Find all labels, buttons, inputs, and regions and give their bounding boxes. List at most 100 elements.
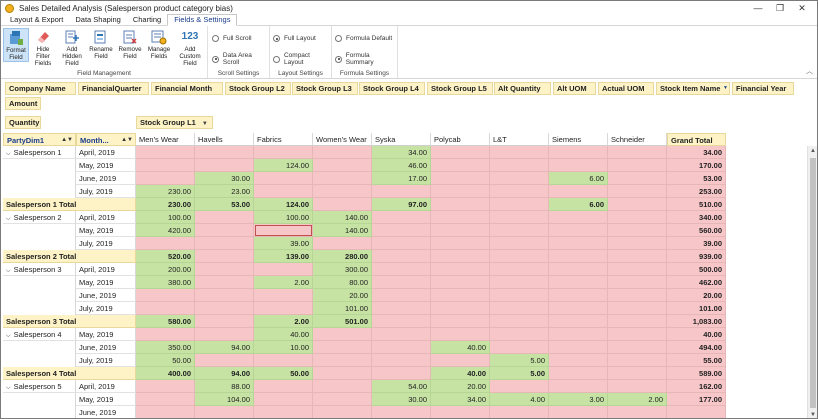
compact-layout-option[interactable]: Compact Layout: [273, 52, 331, 66]
grand-total-cell[interactable]: 1,083.00: [667, 315, 726, 328]
grand-total-cell[interactable]: 340.00: [667, 211, 726, 224]
filter-field-stock-group-l2[interactable]: Stock Group L2: [225, 82, 291, 95]
filter-field-actual-uom[interactable]: Actual UOM: [598, 82, 654, 95]
value-cell[interactable]: 40.00: [431, 341, 490, 354]
value-cell[interactable]: [372, 302, 431, 315]
filter-field-stock-item-name[interactable]: Stock Item Name ▼: [656, 82, 730, 95]
value-cell[interactable]: [313, 237, 372, 250]
column-header-havells[interactable]: Havells: [195, 133, 254, 146]
value-cell[interactable]: [372, 315, 431, 328]
value-cell[interactable]: 6.00: [549, 198, 608, 211]
value-cell[interactable]: 97.00: [372, 198, 431, 211]
value-cell[interactable]: [549, 237, 608, 250]
value-cell[interactable]: [195, 406, 254, 418]
value-cell[interactable]: [313, 380, 372, 393]
filter-field-company-name[interactable]: Company Name: [5, 82, 76, 95]
value-cell[interactable]: [136, 302, 195, 315]
filter-field-alt-uom[interactable]: Alt UOM: [553, 82, 596, 95]
scrollbar-thumb[interactable]: [810, 158, 816, 408]
value-cell[interactable]: [490, 211, 549, 224]
value-cell[interactable]: [490, 185, 549, 198]
value-cell[interactable]: [608, 211, 667, 224]
value-cell[interactable]: [254, 263, 313, 276]
value-cell[interactable]: [608, 328, 667, 341]
value-cell[interactable]: [608, 315, 667, 328]
minimize-button[interactable]: —: [747, 1, 769, 15]
value-cell[interactable]: [195, 224, 254, 237]
value-cell[interactable]: [549, 315, 608, 328]
add-custom-field-button[interactable]: 123 Add Custom Field: [175, 28, 205, 67]
value-cell[interactable]: [136, 146, 195, 159]
value-cell[interactable]: [254, 224, 313, 237]
value-cell[interactable]: [195, 250, 254, 263]
grand-total-cell[interactable]: 20.00: [667, 289, 726, 302]
value-cell[interactable]: 100.00: [136, 211, 195, 224]
value-cell[interactable]: [372, 276, 431, 289]
value-cell[interactable]: 54.00: [372, 380, 431, 393]
formula-summary-option[interactable]: Formula Summary: [335, 52, 397, 66]
group-header-cell[interactable]: ⌵ Salesperson 2: [3, 211, 76, 224]
value-cell[interactable]: 23.00: [195, 185, 254, 198]
filter-field-stock-group-l5[interactable]: Stock Group L5: [427, 82, 493, 95]
value-cell[interactable]: [608, 198, 667, 211]
value-cell[interactable]: [195, 354, 254, 367]
column-header-men-s-wear[interactable]: Men's Wear: [136, 133, 195, 146]
value-cell[interactable]: [608, 289, 667, 302]
value-cell[interactable]: [549, 380, 608, 393]
value-cell[interactable]: 124.00: [254, 159, 313, 172]
value-cell[interactable]: [372, 263, 431, 276]
value-cell[interactable]: [431, 224, 490, 237]
value-cell[interactable]: 400.00: [136, 367, 195, 380]
value-cell[interactable]: [195, 289, 254, 302]
collapse-chevron-icon[interactable]: ⌵: [6, 385, 11, 391]
value-cell[interactable]: [254, 172, 313, 185]
compact-layout-radio[interactable]: [273, 55, 280, 63]
value-cell[interactable]: [490, 315, 549, 328]
grand-total-cell[interactable]: 34.00: [667, 146, 726, 159]
value-cell[interactable]: 420.00: [136, 224, 195, 237]
value-cell[interactable]: [254, 289, 313, 302]
add-hidden-field-button[interactable]: Add Hidden Field: [59, 28, 85, 67]
value-cell[interactable]: [372, 185, 431, 198]
value-cell[interactable]: [431, 185, 490, 198]
value-cell[interactable]: 40.00: [431, 367, 490, 380]
value-cell[interactable]: 520.00: [136, 250, 195, 263]
value-cell[interactable]: [549, 406, 608, 418]
value-cell[interactable]: [254, 393, 313, 406]
value-cell[interactable]: [431, 211, 490, 224]
restore-button[interactable]: ❐: [769, 1, 791, 15]
value-cell[interactable]: [313, 185, 372, 198]
value-cell[interactable]: 3.00: [549, 393, 608, 406]
full-layout-radio[interactable]: [273, 35, 280, 42]
value-cell[interactable]: 5.00: [490, 354, 549, 367]
value-cell[interactable]: [608, 146, 667, 159]
value-cell[interactable]: [431, 302, 490, 315]
group-header-cell[interactable]: ⌵ Salesperson 5: [3, 380, 76, 393]
value-cell[interactable]: [372, 289, 431, 302]
value-cell[interactable]: [490, 159, 549, 172]
value-cell[interactable]: 20.00: [313, 289, 372, 302]
filter-field-alt-quantity[interactable]: Alt Quantity: [494, 82, 551, 95]
value-cell[interactable]: [549, 263, 608, 276]
value-cell[interactable]: [549, 146, 608, 159]
grand-total-cell[interactable]: 939.00: [667, 250, 726, 263]
value-cell[interactable]: [490, 328, 549, 341]
data-area-scroll-radio[interactable]: [212, 55, 219, 63]
value-cell[interactable]: 20.00: [431, 380, 490, 393]
value-cell[interactable]: 140.00: [313, 211, 372, 224]
collapse-chevron-icon[interactable]: ⌵: [6, 268, 11, 274]
value-cell[interactable]: [254, 146, 313, 159]
sort-filter-icon[interactable]: ▲▼: [121, 134, 133, 145]
value-cell[interactable]: [549, 354, 608, 367]
value-cell[interactable]: 4.00: [490, 393, 549, 406]
full-layout-option[interactable]: Full Layout: [273, 35, 316, 42]
value-cell[interactable]: [608, 263, 667, 276]
value-cell[interactable]: 50.00: [254, 367, 313, 380]
value-cell[interactable]: [195, 328, 254, 341]
value-cell[interactable]: [372, 224, 431, 237]
rename-field-button[interactable]: Rename Field: [88, 28, 114, 60]
value-cell[interactable]: [254, 406, 313, 418]
value-cell[interactable]: 50.00: [136, 354, 195, 367]
value-cell[interactable]: [549, 367, 608, 380]
value-cell[interactable]: [195, 276, 254, 289]
